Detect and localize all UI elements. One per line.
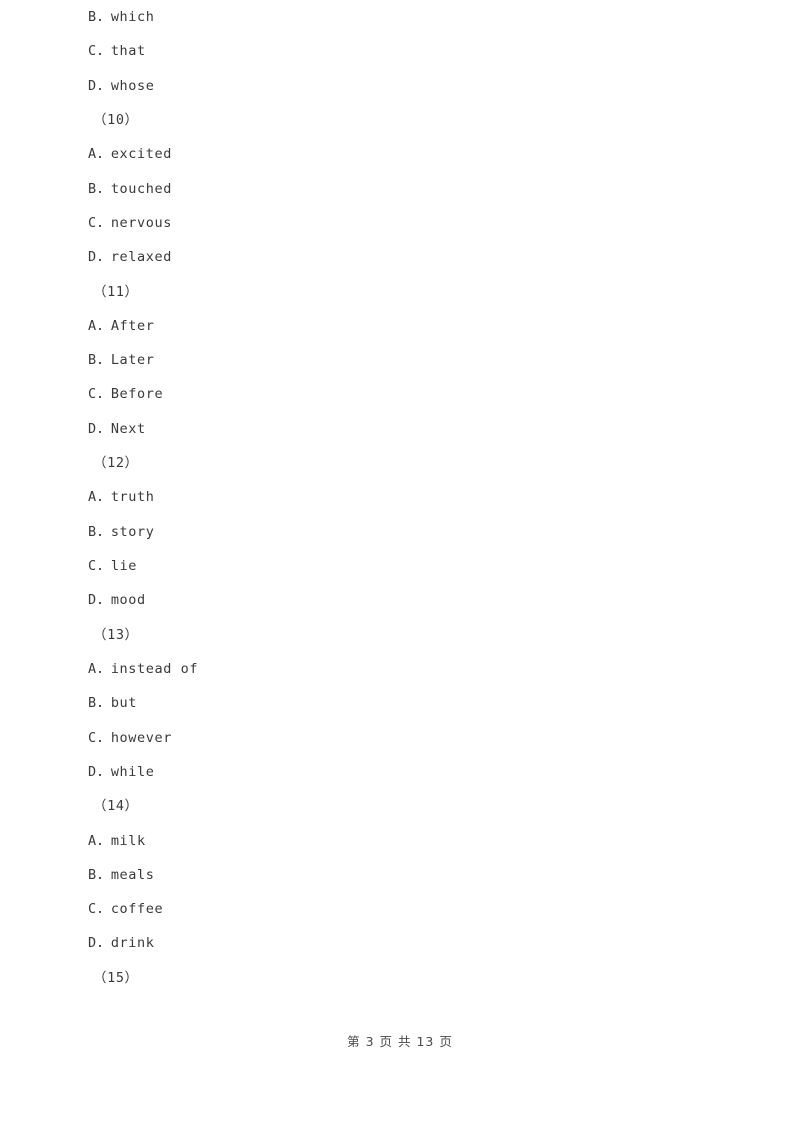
option-line: D．relaxed xyxy=(88,249,172,266)
blank-number-label: （14） xyxy=(93,798,139,815)
option-line: A．instead of xyxy=(88,660,199,677)
option-line: B．story xyxy=(88,523,155,540)
option-line: A．truth xyxy=(88,489,155,506)
option-line: D．mood xyxy=(88,592,146,609)
option-line: C．that xyxy=(88,43,146,60)
option-line: B．meals xyxy=(88,866,155,883)
blank-number-label: （10） xyxy=(93,111,139,128)
option-line: D．Next xyxy=(88,420,146,437)
question-options-list: B．which C．that D．whose （10） A．excited B．touch… xyxy=(88,0,728,995)
option-line: C．however xyxy=(88,729,172,746)
blank-number-label: （13） xyxy=(93,626,139,643)
blank-number-label: （12） xyxy=(93,455,139,472)
document-page: B．which C．that D．whose （10） A．excited B．touch… xyxy=(0,0,800,1132)
option-line: C．lie xyxy=(88,558,138,574)
option-line: D．drink xyxy=(88,935,155,952)
option-line: A．After xyxy=(88,317,155,334)
option-line: B．touched xyxy=(88,180,172,197)
option-line: C．coffee xyxy=(88,901,164,918)
option-line: D．whose xyxy=(88,77,155,94)
option-line: D．while xyxy=(88,763,155,780)
option-line: B．but xyxy=(88,695,138,712)
option-line: A．milk xyxy=(88,832,146,849)
option-line: C．Before xyxy=(88,386,164,403)
option-line: B．Later xyxy=(88,352,155,369)
page-footer: 第 3 页 共 13 页 xyxy=(347,1034,453,1049)
blank-number-label: （15） xyxy=(93,969,139,986)
option-line: C．nervous xyxy=(88,214,172,231)
option-line: B．which xyxy=(88,9,155,25)
option-line: A．excited xyxy=(88,146,172,163)
blank-number-label: （11） xyxy=(93,283,139,300)
